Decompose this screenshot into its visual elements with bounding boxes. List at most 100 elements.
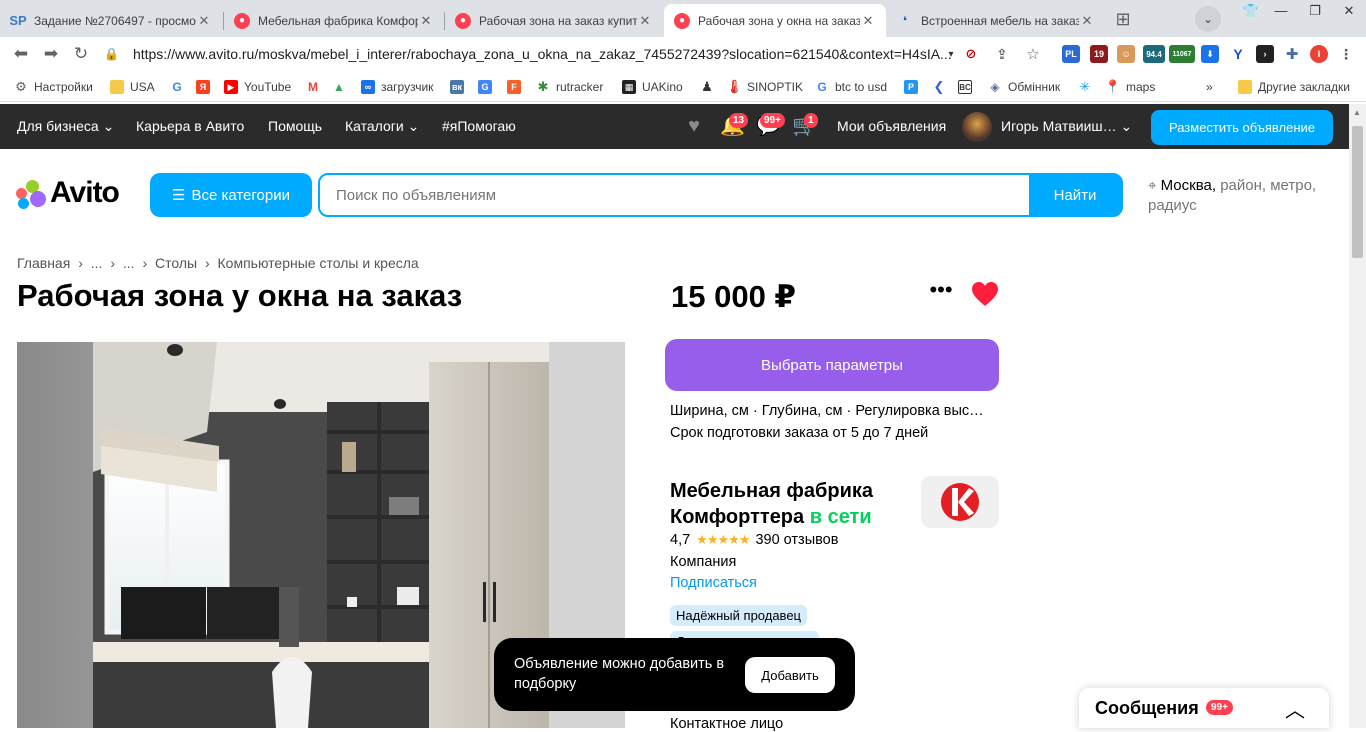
bookmark-chess[interactable]: ♟ [700,78,720,96]
bookmark-drive[interactable]: ▲ [332,78,352,96]
f-icon: F [507,80,521,94]
seller-k-logo-icon [941,483,979,521]
bookmark-google[interactable]: G [170,78,190,96]
close-icon[interactable]: ✕ [196,13,212,29]
bookmark-p[interactable]: P [904,78,924,96]
bookmark-uakino[interactable]: ▦ UAKino [622,78,683,96]
all-categories-button[interactable]: ☰ Все категории [150,173,312,217]
exchange-icon: ◈ [990,80,1000,94]
bookmark-rutracker[interactable]: ✱ rutracker [536,78,604,96]
avatar[interactable] [962,112,992,142]
vpn-pl-icon[interactable]: PL [1062,45,1080,63]
tab-search-icon[interactable]: ⌄ [1195,6,1221,32]
close-icon[interactable]: ✕ [860,13,876,29]
seller-name-line: Мебельная фабрика [670,480,874,502]
bookmark-star[interactable]: ✳ [1078,78,1098,96]
bookmarks-overflow[interactable]: » [1206,78,1213,96]
bookmark-bc[interactable]: BC [958,78,978,96]
bookmark-loader[interactable]: ∞ загрузчик [361,78,433,96]
messages-widget[interactable]: Сообщения 99+ ︿ [1079,688,1329,728]
breadcrumb-computer-desks[interactable]: Компьютерные столы и кресла [218,255,419,271]
find-button[interactable]: Найти [1029,175,1121,215]
tab-3[interactable]: ● Рабочая зона на заказ купить ✕ [445,4,663,37]
nav-catalogs[interactable]: Каталоги ⌄ [345,118,419,135]
bookmark-vk[interactable]: вк [450,78,470,96]
nav-help[interactable]: Помощь [268,118,322,134]
terminal-icon[interactable]: › [1256,45,1274,63]
close-icon[interactable]: ✕ [418,13,434,29]
reload-icon[interactable]: ↻ [70,43,92,65]
bookmark-youtube[interactable]: ▶ YouTube [224,78,291,96]
favorites-heart-icon[interactable]: ♥ [682,114,706,138]
close-icon[interactable]: ✕ [1079,13,1095,29]
y-icon[interactable]: Y [1229,45,1247,63]
share-icon[interactable]: ⇪ [993,45,1011,63]
scrollbar-thumb[interactable] [1352,126,1363,258]
bookmark-btc[interactable]: Gbtc to usd [815,78,887,96]
counter-944-icon[interactable]: 94.4 [1143,45,1165,63]
post-ad-button[interactable]: Разместить объявление [1151,110,1333,145]
calendar-19-icon[interactable]: 19 [1090,45,1108,63]
face-icon[interactable]: ☺ [1117,45,1135,63]
scroll-up-arrow-icon[interactable]: ▲ [1353,108,1361,117]
dropdown-icon[interactable]: ▾ [942,45,960,63]
shirt-icon[interactable]: 👕 [1234,0,1268,22]
breadcrumb-item[interactable]: ... [123,255,135,271]
bookmark-translate[interactable]: G [478,78,498,96]
messages-count-badge: 99+ [1206,700,1233,715]
nav-ihelp[interactable]: #яПомогаю [442,118,516,134]
user-menu[interactable]: Игорь Матвииш… ⌄ [1001,118,1132,135]
bookmark-f[interactable]: F [507,78,527,96]
more-options-icon[interactable]: ••• [928,279,954,306]
minimize-icon[interactable]: — [1264,0,1298,22]
seller-logo[interactable] [921,476,999,528]
menu-kebab-icon[interactable]: ⋮ [1337,45,1355,63]
breadcrumb-item[interactable]: ... [91,255,103,271]
bookmark-other[interactable]: Другие закладки [1238,78,1350,96]
camera-blocked-icon[interactable]: ⊘ [962,45,980,63]
bookmark-gmail[interactable]: M [306,78,326,96]
nav-business[interactable]: Для бизнеса ⌄ [17,118,114,135]
close-icon[interactable]: ✕ [637,13,653,29]
my-ads-link[interactable]: Мои объявления [837,118,946,134]
breadcrumb-home[interactable]: Главная [17,255,70,271]
back-icon[interactable]: ⬅ [10,43,32,65]
address-bar[interactable]: 🔒 https://www.avito.ru/moskva/mebel_i_in… [104,41,956,67]
window-close-icon[interactable]: ✕ [1332,0,1366,22]
search-input[interactable] [320,175,1029,215]
page-scrollbar[interactable]: ▲ [1349,104,1366,728]
maximize-icon[interactable]: ❐ [1298,0,1332,22]
bookmark-exchanger[interactable]: ◈ Обмінник [988,78,1060,96]
tab-1[interactable]: SP Задание №2706497 - просмо ✕ [0,4,222,37]
bookmark-star-icon[interactable]: ☆ [1024,45,1042,63]
download-icon[interactable]: ⬇ [1201,45,1219,63]
avito-logo-icon[interactable] [16,180,46,209]
seller-name[interactable]: Мебельная фабрика Комфорттера в сети [670,478,873,530]
bookmark-usa[interactable]: USA [110,78,155,96]
bookmark-settings[interactable]: ⚙ Настройки [14,78,93,96]
bookmark-arrow[interactable]: ❮ [932,78,952,96]
location-selector[interactable]: ⌖ Москва, район, метро, радиус [1148,176,1338,216]
breadcrumb-tables[interactable]: Столы [155,255,197,271]
bitcoin-icon[interactable]: 11067 [1169,45,1195,63]
tab-4-active[interactable]: ● Рабочая зона у окна на заказ ✕ [664,4,886,37]
chevron-up-icon[interactable]: ︿ [1285,694,1305,723]
tab-5[interactable]: ❛ Встроенная мебель на заказ к ✕ [887,4,1105,37]
seller-rating[interactable]: 4,7 ★★★★★ 390 отзывов [670,532,838,548]
choose-parameters-button[interactable]: Выбрать параметры [665,339,999,391]
new-tab-icon[interactable]: ⊞ [1112,9,1134,29]
tab-2[interactable]: ● Мебельная фабрика Комфорт ✕ [224,4,444,37]
nav-career[interactable]: Карьера в Авито [136,118,244,134]
favorite-heart-icon[interactable] [970,280,1000,308]
location-city: Москва, [1160,177,1217,194]
add-to-collection-button[interactable]: Добавить [745,657,835,693]
bookmark-maps[interactable]: 📍 maps [1105,78,1155,96]
subscribe-link[interactable]: Подписаться [670,575,757,591]
avito-logo-text[interactable]: Avito [50,176,120,210]
extensions-puzzle-icon[interactable]: ✚ [1283,45,1301,63]
bookmark-sinoptik[interactable]: 🌡 SINOPTIK [726,78,803,96]
forward-icon[interactable]: ➡ [40,43,62,65]
bookmark-label: загрузчик [381,80,434,94]
bookmark-yandex[interactable]: Я [196,78,216,96]
profile-avatar-icon[interactable]: I [1310,45,1328,63]
